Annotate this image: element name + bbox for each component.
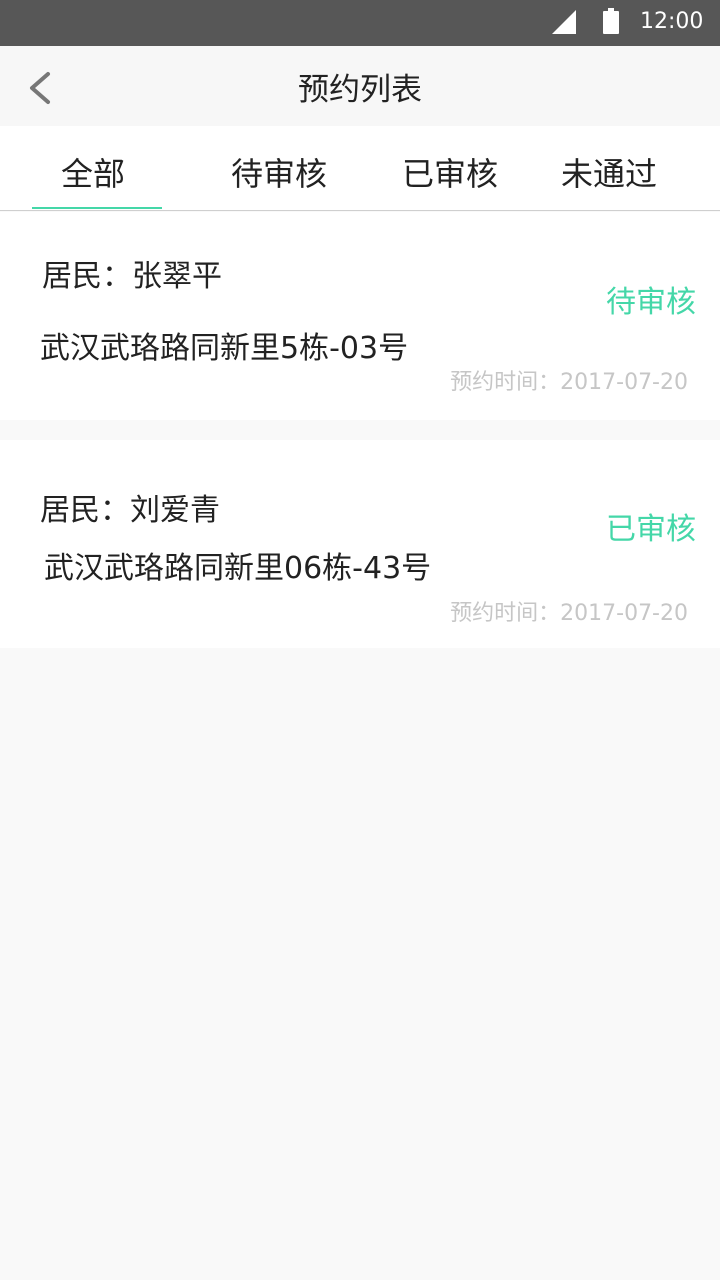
status-badge: 待审核 — [606, 285, 696, 320]
status-bar: 12:00 — [0, 0, 720, 46]
address: 武汉武珞路同新里5栋-03号 — [40, 331, 409, 366]
status-time: 12:00 — [640, 9, 704, 34]
app-bar: 预约列表 — [0, 46, 720, 126]
address: 武汉武珞路同新里06栋-43号 — [44, 551, 432, 586]
battery-icon — [603, 8, 619, 34]
resident-name: 居民：刘爱青 — [40, 493, 220, 528]
tab-approved[interactable]: 已审核 — [402, 154, 498, 194]
tab-rejected[interactable]: 未通过 — [561, 154, 657, 194]
active-tab-indicator — [32, 207, 162, 209]
page-title: 预约列表 — [298, 72, 422, 108]
appointment-card[interactable]: 居民：张翠平 待审核 武汉武珞路同新里5栋-03号 预约时间：2017-07-2… — [0, 212, 720, 420]
resident-name: 居民：张翠平 — [42, 259, 222, 294]
tab-pending[interactable]: 待审核 — [231, 154, 327, 194]
tab-all[interactable]: 全部 — [61, 154, 125, 194]
appointment-time: 预约时间：2017-07-20 — [450, 601, 688, 626]
appointment-card[interactable]: 居民：刘爱青 已审核 武汉武珞路同新里06栋-43号 预约时间：2017-07-… — [0, 440, 720, 648]
filter-tabs: 全部 待审核 已审核 未通过 — [0, 126, 720, 211]
status-badge: 已审核 — [606, 512, 696, 547]
appointment-time: 预约时间：2017-07-20 — [450, 370, 688, 395]
cell-signal-icon — [552, 10, 576, 34]
